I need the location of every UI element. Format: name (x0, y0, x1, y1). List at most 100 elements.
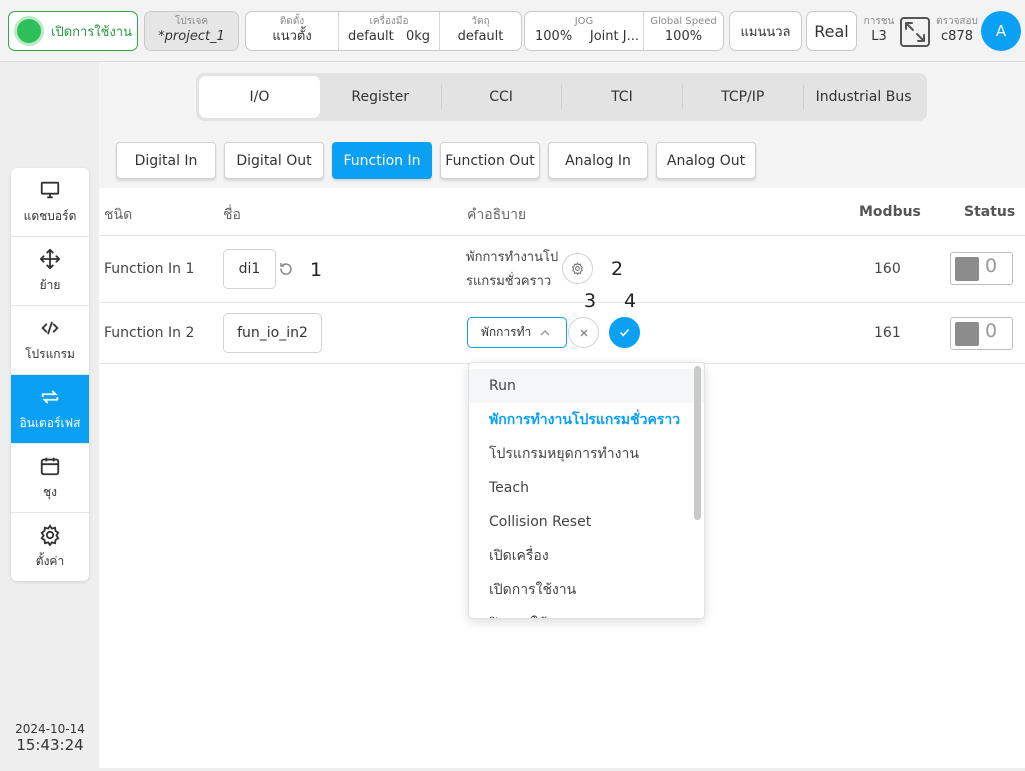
row-modbus: 161 (874, 325, 901, 341)
power-indicator-icon (17, 19, 41, 43)
tab-tci[interactable]: TCI (561, 76, 682, 118)
dropdown-scrollbar[interactable] (694, 366, 701, 520)
dropdown-option[interactable]: ปิดการใช้งาน (469, 607, 704, 618)
real-mode-button[interactable]: Real (806, 11, 857, 51)
checksum-block[interactable]: ตรวจสอบ c878 (931, 14, 983, 46)
callout-2: 2 (611, 258, 624, 280)
io-tabs: I/O Register CCI TCI TCP/IP Industrial B… (196, 73, 927, 121)
dropdown-option[interactable]: เปิดการใช้งาน (469, 573, 704, 607)
user-avatar[interactable]: A (981, 11, 1021, 51)
project-label: โปรเจค (174, 16, 209, 27)
checksum-label: ตรวจสอบ (936, 16, 978, 27)
status-knob (955, 257, 979, 281)
payload-value: default (457, 29, 504, 44)
sidebar-item-label: แดชบอร์ด (23, 208, 77, 223)
gear-icon (571, 262, 584, 275)
dropdown-option[interactable]: Collision Reset (469, 505, 704, 539)
cancel-button[interactable] (568, 317, 599, 348)
gear-icon (40, 524, 60, 546)
dropdown-option[interactable]: Run (469, 369, 704, 403)
sidebar-item-move[interactable]: ย้าย (11, 237, 89, 306)
callout-4: 4 (624, 290, 637, 312)
install-value: แนวตั้ง (272, 29, 312, 44)
sidebar-item-interface[interactable]: อินเตอร์เฟส (11, 375, 89, 444)
header-status: Status (964, 204, 1016, 220)
dropdown-option[interactable]: โปรแกรมหยุดการทำงาน (469, 437, 704, 471)
name-input[interactable]: fun_io_in2 (223, 313, 322, 353)
tool-label: เครื่องมือ (369, 16, 409, 27)
global-speed-cell[interactable]: Global Speed 100% (643, 12, 723, 50)
date: 2024-10-14 (15, 722, 85, 736)
table-header: ชนิด ชื่อ คำอธิบาย Modbus Status (99, 188, 1025, 236)
header-modbus: Modbus (859, 204, 921, 220)
dropdown-option[interactable]: Teach (469, 471, 704, 505)
sidebar-item-label: อินเตอร์เฟส (19, 415, 81, 430)
tab-tcpip[interactable]: TCP/IP (682, 76, 803, 118)
sidebar: แดชบอร์ด ย้าย โปรแกรม อินเตอร์เฟส ชุง ตั… (11, 168, 89, 581)
status-value: 0 (985, 255, 998, 277)
sidebar-item-calendar[interactable]: ชุง (11, 444, 89, 513)
select-value: พักการทำ (481, 325, 532, 339)
subtab-function-out[interactable]: Function Out (440, 142, 540, 179)
status-toggle[interactable]: 0 (950, 317, 1013, 350)
edit-description-button[interactable] (562, 253, 593, 284)
calendar-icon (40, 457, 60, 475)
enable-label: เปิดการใช้งาน (51, 24, 132, 40)
sidebar-item-program[interactable]: โปรแกรม (11, 306, 89, 375)
sidebar-item-label: ชุง (42, 484, 57, 499)
close-icon (580, 329, 587, 336)
row-type: Function In 2 (104, 325, 195, 341)
confirm-button[interactable] (609, 317, 640, 348)
install-tool-payload-panel[interactable]: ติดตั้ง แนวตั้ง เครื่องมือ default 0kg ว… (245, 11, 522, 51)
code-icon (41, 321, 59, 334)
time: 15:43:24 (16, 736, 84, 754)
status-value: 0 (985, 320, 998, 342)
table-row: Function In 2 fun_io_in2 3 4 พักการทำ 16… (99, 290, 1025, 364)
jog-cell[interactable]: JOG 100% Joint J... (525, 12, 643, 50)
jog-label: JOG (574, 16, 594, 27)
global-speed-value: 100% (664, 29, 703, 44)
jog-mode: Joint J... (589, 29, 639, 44)
sidebar-item-label: ตั้งค่า (35, 554, 65, 568)
install-cell[interactable]: ติดตั้ง แนวตั้ง (246, 12, 338, 50)
collision-value: L3 (871, 29, 887, 44)
dropdown-option[interactable]: เปิดเครื่อง (469, 539, 704, 573)
name-input[interactable]: di1 (223, 249, 276, 289)
header-name: ชื่อ (223, 207, 241, 223)
description-select[interactable]: พักการทำ (467, 317, 567, 348)
global-speed-label: Global Speed (650, 16, 717, 27)
enable-button[interactable]: เปิดการใช้งาน (8, 11, 138, 51)
table-row: Function In 1 di1 1 พักการทำงานโป รแกรมช… (99, 236, 1025, 303)
payload-cell[interactable]: วัตถุ default (439, 12, 521, 50)
dropdown-option[interactable]: พักการทำงานโปรแกรมชั่วคราว (469, 403, 704, 437)
tool-cell[interactable]: เครื่องมือ default 0kg (338, 12, 439, 50)
manual-mode-button[interactable]: แมนนวล (729, 11, 802, 51)
tab-cci[interactable]: CCI (440, 76, 562, 118)
move-icon (39, 248, 61, 269)
tab-register[interactable]: Register (320, 76, 441, 118)
checksum-value: c878 (941, 29, 973, 44)
tab-industrial-bus[interactable]: Industrial Bus (803, 76, 924, 118)
subtab-function-in[interactable]: Function In (332, 142, 432, 179)
collision-label: การชน (863, 16, 895, 27)
reset-icon[interactable] (278, 261, 294, 277)
subtab-analog-out[interactable]: Analog Out (656, 142, 756, 179)
subtab-digital-out[interactable]: Digital Out (224, 142, 324, 179)
sidebar-item-settings[interactable]: ตั้งค่า (11, 513, 89, 581)
tab-io[interactable]: I/O (199, 76, 320, 118)
project-selector[interactable]: โปรเจค *project_1 (144, 11, 239, 51)
tool-weight: 0kg (405, 29, 430, 44)
status-toggle[interactable]: 0 (950, 252, 1013, 285)
io-subtabs: Digital In Digital Out Function In Funct… (116, 142, 764, 179)
monitor-icon (40, 181, 60, 198)
check-icon (619, 328, 630, 337)
status-knob (955, 322, 979, 346)
jog-speed-panel[interactable]: JOG 100% Joint J... Global Speed 100% (524, 11, 724, 51)
callout-3: 3 (584, 290, 597, 312)
collision-level[interactable]: การชน L3 (861, 14, 897, 46)
fullscreen-icon[interactable] (900, 17, 930, 47)
subtab-analog-in[interactable]: Analog In (548, 142, 648, 179)
subtab-digital-in[interactable]: Digital In (116, 142, 216, 179)
sidebar-item-dashboard[interactable]: แดชบอร์ด (11, 168, 89, 237)
jog-percent: 100% (535, 29, 573, 44)
